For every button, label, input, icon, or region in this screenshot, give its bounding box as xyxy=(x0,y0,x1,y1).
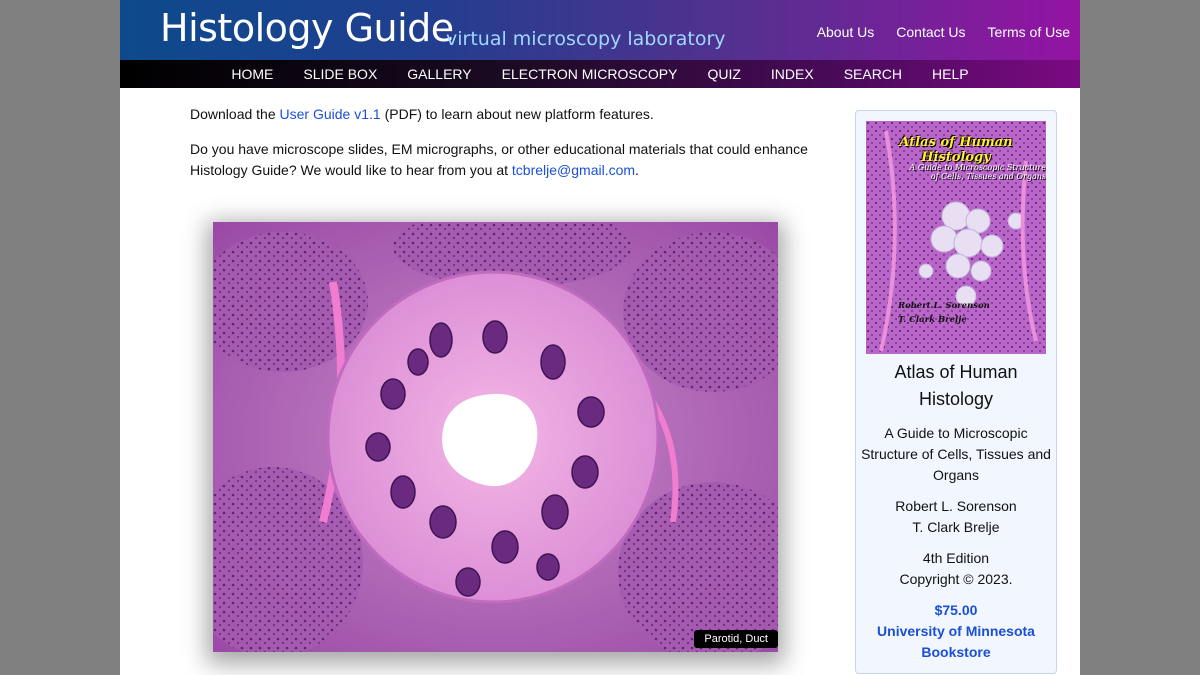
book-authors: Robert L. Sorenson T. Clark Brelje xyxy=(895,498,1017,535)
nav-slide-box[interactable]: SLIDE BOX xyxy=(288,60,392,88)
featured-micrograph[interactable]: Parotid, Duct xyxy=(213,222,778,652)
header-banner: Histology Guide virtual microscopy labor… xyxy=(120,0,1080,60)
book-subtitle: A Guide to Microscopic Structure of Cell… xyxy=(861,425,1051,483)
contact-us-link[interactable]: Contact Us xyxy=(896,24,965,40)
user-guide-link[interactable]: User Guide v1.1 xyxy=(280,106,381,122)
cover-authors: Robert L. Sorenson T. Clark Brelje xyxy=(898,301,990,325)
book-title: Atlas of Human Histology xyxy=(894,362,1018,409)
email-link[interactable]: tcbrelje@gmail.com xyxy=(512,162,635,178)
site-title[interactable]: Histology Guide xyxy=(160,6,454,50)
figure-caption: Parotid, Duct xyxy=(694,630,778,648)
top-links: About Us Contact Us Terms of Use xyxy=(817,24,1070,40)
nav-quiz[interactable]: QUIZ xyxy=(692,60,755,88)
micrograph-image xyxy=(213,222,778,652)
nav-electron-microscopy[interactable]: ELECTRON MICROSCOPY xyxy=(487,60,693,88)
main-nav: HOME SLIDE BOX GALLERY ELECTRON MICROSCO… xyxy=(120,60,1080,88)
book-details: Atlas of Human Histology A Guide to Micr… xyxy=(856,359,1056,673)
page: Histology Guide virtual microscopy labor… xyxy=(120,0,1080,675)
download-notice: Download the User Guide v1.1 (PDF) to le… xyxy=(190,106,654,122)
book-price-link[interactable]: $75.00 xyxy=(935,602,978,618)
about-us-link[interactable]: About Us xyxy=(817,24,875,40)
nav-home[interactable]: HOME xyxy=(216,60,288,88)
materials-request: Do you have microscope slides, EM microg… xyxy=(190,141,808,178)
nav-search[interactable]: SEARCH xyxy=(829,60,917,88)
book-purchase: $75.00 University of Minnesota Bookstore xyxy=(856,600,1056,663)
cover-title: Atlas of Human Histology xyxy=(899,135,1013,165)
nav-gallery[interactable]: GALLERY xyxy=(392,60,486,88)
book-cover-image[interactable]: Atlas of Human Histology A Guide to Micr… xyxy=(866,121,1046,354)
cover-subtitle: A Guide to Microscopic Structure of Cell… xyxy=(909,163,1046,181)
site-tagline: virtual microscopy laboratory xyxy=(446,28,726,50)
bookstore-link[interactable]: University of Minnesota Bookstore xyxy=(877,623,1035,660)
book-promo: Atlas of Human Histology A Guide to Micr… xyxy=(855,110,1057,674)
main-content: Download the User Guide v1.1 (PDF) to le… xyxy=(190,104,810,195)
book-edition: 4th Edition Copyright © 2023. xyxy=(899,550,1013,587)
nav-index[interactable]: INDEX xyxy=(756,60,829,88)
nav-help[interactable]: HELP xyxy=(917,60,984,88)
terms-of-use-link[interactable]: Terms of Use xyxy=(988,24,1070,40)
